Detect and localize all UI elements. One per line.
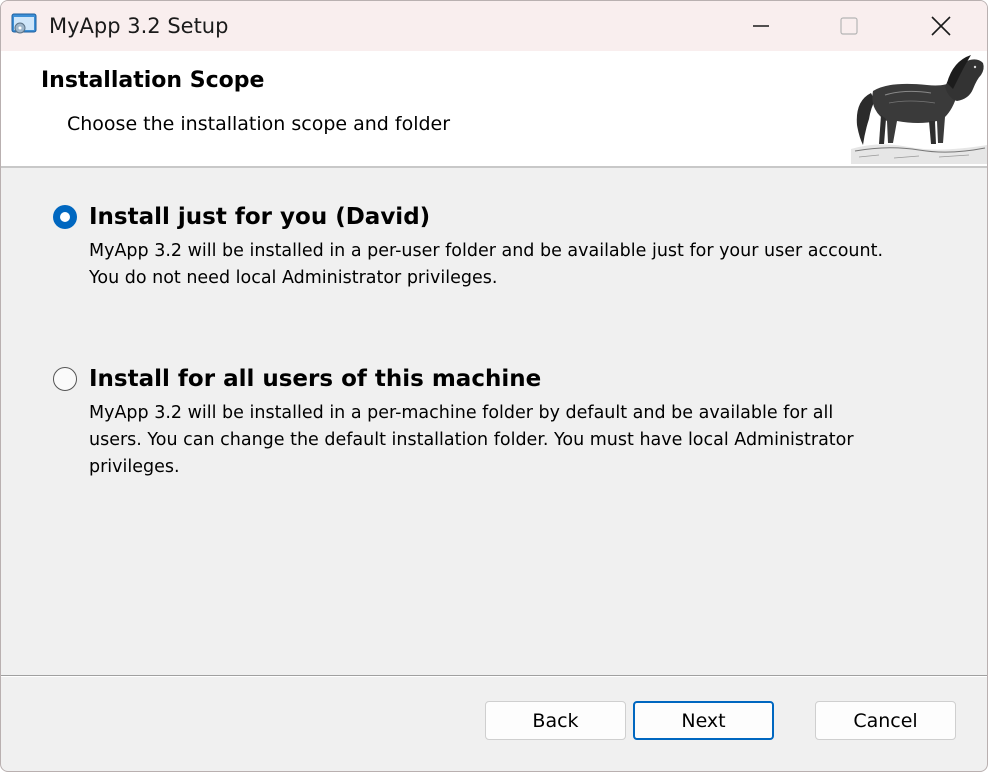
footer-divider: [1, 675, 987, 677]
setup-window: MyApp 3.2 Setup Installation Scope Choos…: [0, 0, 988, 772]
installer-icon: [11, 13, 37, 34]
minimize-icon: [753, 25, 769, 27]
horse-engraving-image: [851, 55, 987, 164]
option-current-user-label[interactable]: Install just for you (David): [89, 201, 430, 233]
cancel-button[interactable]: Cancel: [815, 701, 956, 740]
close-button[interactable]: [895, 1, 987, 51]
next-button[interactable]: Next: [633, 701, 774, 740]
option-current-user-description: MyApp 3.2 will be installed in a per-use…: [89, 241, 884, 288]
window-title: MyApp 3.2 Setup: [49, 14, 229, 38]
header-banner: Installation Scope Choose the installati…: [1, 51, 987, 168]
page-subtitle: Choose the installation scope and folder: [67, 113, 451, 135]
option-all-users-description: MyApp 3.2 will be installed in a per-mac…: [89, 403, 854, 477]
radio-current-user[interactable]: [53, 205, 77, 229]
close-icon: [931, 16, 951, 36]
page-title: Installation Scope: [41, 68, 265, 93]
minimize-button[interactable]: [715, 1, 807, 51]
maximize-button[interactable]: [803, 1, 895, 51]
title-bar[interactable]: MyApp 3.2 Setup: [1, 1, 987, 51]
back-button[interactable]: Back: [485, 701, 626, 740]
radio-all-users[interactable]: [53, 367, 77, 391]
option-all-users-label[interactable]: Install for all users of this machine: [89, 363, 541, 395]
maximize-icon: [840, 17, 858, 35]
